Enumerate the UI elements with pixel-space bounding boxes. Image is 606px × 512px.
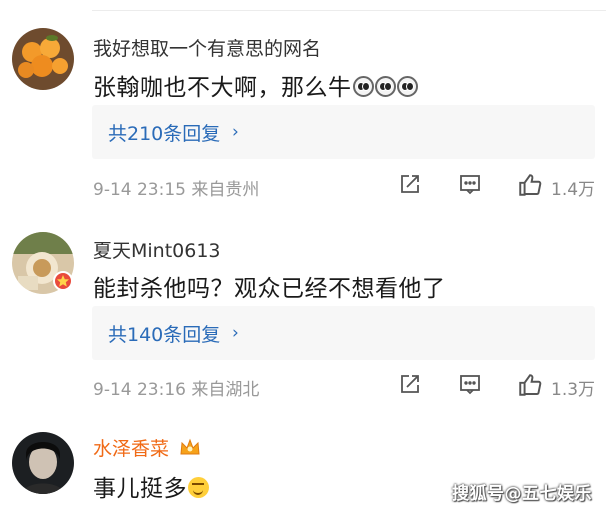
timestamp-location: 9-14 23:15 来自贵州: [93, 180, 260, 200]
replies-count-label: 共140条回复: [108, 324, 221, 346]
chevron-right-icon: ›: [232, 323, 239, 343]
shock-emoji-icon: [374, 76, 396, 97]
verified-badge-icon: [53, 271, 73, 291]
smirk-emoji-icon: [188, 477, 209, 498]
comment-text: 事儿挺多: [93, 469, 209, 503]
username[interactable]: 水泽香菜: [93, 434, 201, 463]
share-icon[interactable]: [398, 372, 424, 398]
divider: [92, 10, 606, 11]
chevron-right-icon: ›: [232, 122, 239, 142]
comment-icon[interactable]: [458, 172, 484, 198]
vip-crown-icon: [179, 438, 201, 463]
like-count: 1.4万: [551, 180, 596, 200]
username[interactable]: 夏天Mint0613: [93, 236, 221, 263]
comment-text: 张翰咖也不大啊，那么牛: [93, 68, 418, 102]
avatar[interactable]: [12, 432, 74, 494]
watermark: 搜狐号@五七娱乐: [452, 484, 592, 504]
replies-expander[interactable]: 共210条回复 ›: [92, 105, 595, 159]
comment-meta-row: 9-14 23:16 来自湖北 1.3万: [93, 372, 598, 400]
like-count: 1.3万: [551, 380, 596, 400]
like-icon[interactable]: [517, 172, 543, 198]
replies-expander[interactable]: 共140条回复 ›: [92, 306, 595, 360]
comment-text-content: 张翰咖也不大啊，那么牛: [93, 75, 352, 101]
username[interactable]: 我好想取一个有意思的网名: [93, 34, 321, 61]
share-icon[interactable]: [398, 172, 424, 198]
timestamp-location: 9-14 23:16 来自湖北: [93, 380, 260, 400]
shock-emoji-icon: [396, 76, 418, 97]
username-text: 水泽香菜: [93, 438, 170, 460]
comment-meta-row: 9-14 23:15 来自贵州 1.4万: [93, 172, 598, 200]
like-icon[interactable]: [517, 372, 543, 398]
avatar[interactable]: [12, 28, 74, 90]
shock-emoji-icon: [352, 76, 374, 97]
comment-text-content: 事儿挺多: [93, 476, 187, 502]
comment-text: 能封杀他吗？观众已经不想看他了: [93, 276, 446, 302]
replies-count-label: 共210条回复: [108, 123, 221, 145]
comment-icon[interactable]: [458, 372, 484, 398]
